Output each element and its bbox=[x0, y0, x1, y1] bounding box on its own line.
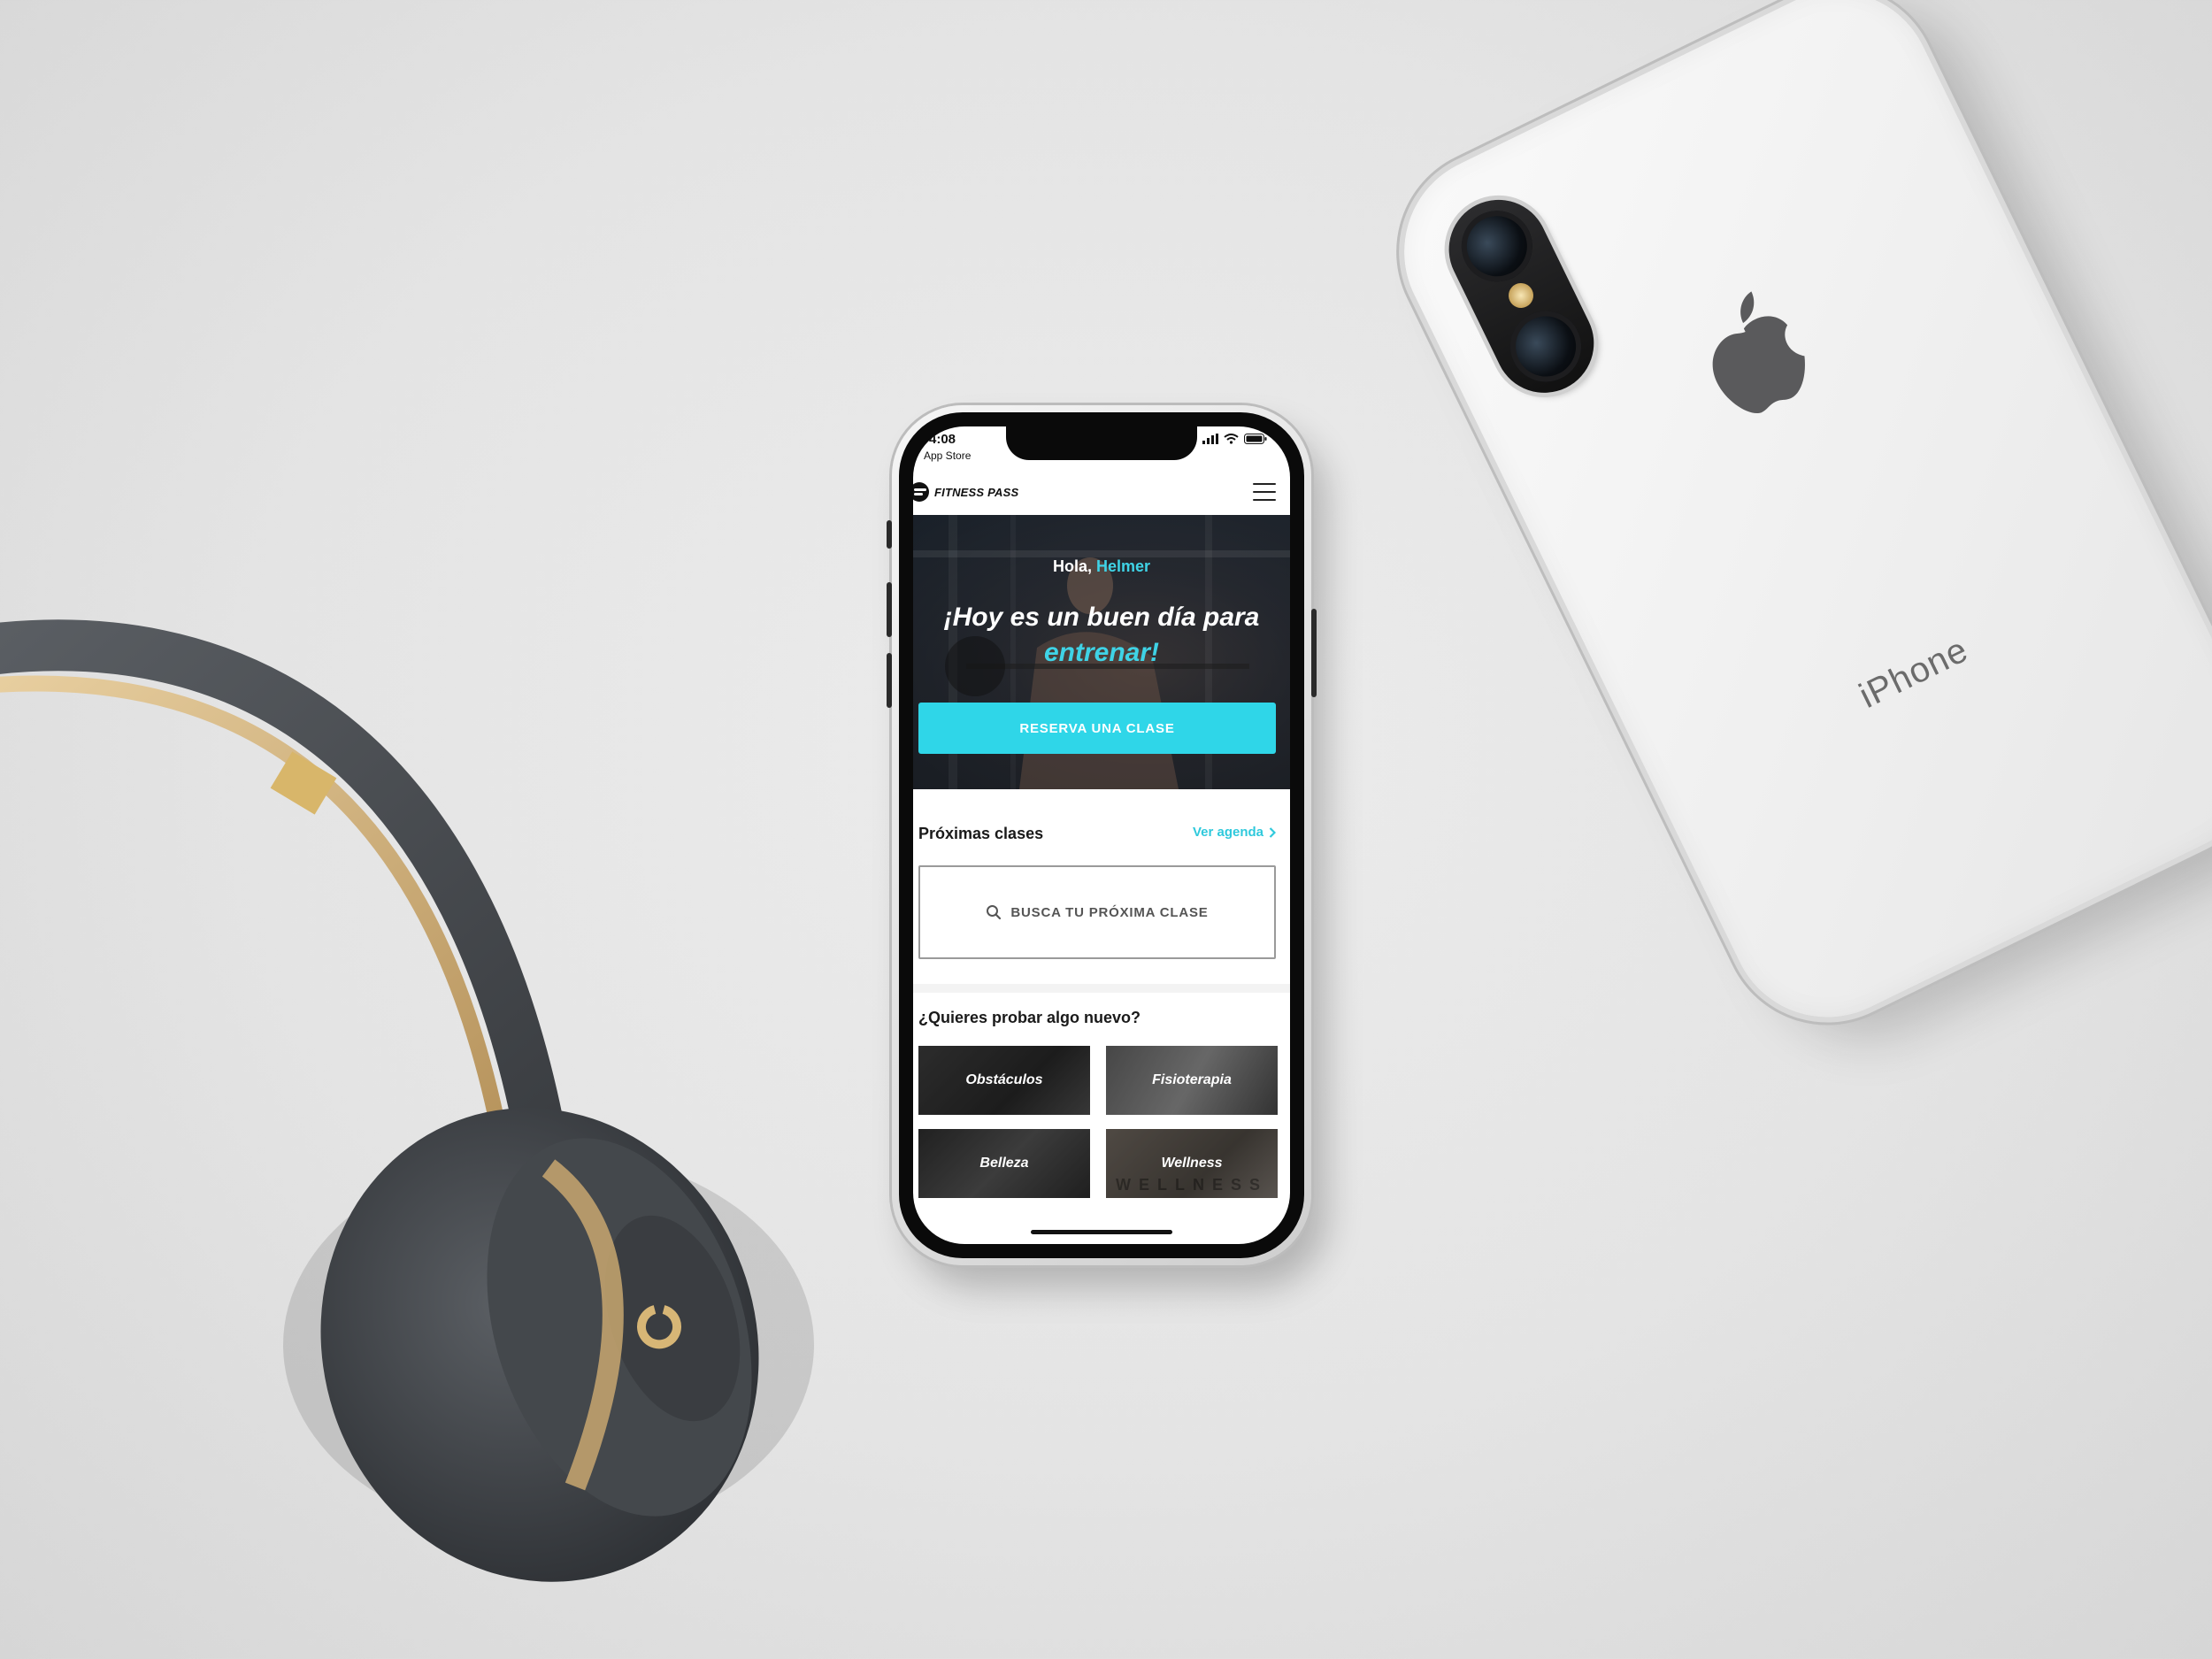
class-search-input[interactable]: BUSCA TU PRÓXIMA CLASE bbox=[918, 865, 1276, 959]
category-tile-wellness[interactable]: Wellness WELLNESS bbox=[1106, 1129, 1278, 1198]
category-tile-belleza[interactable]: Belleza bbox=[918, 1129, 1090, 1198]
flash-icon bbox=[1504, 279, 1538, 312]
hero-title-accent: entrenar! bbox=[1043, 638, 1160, 667]
category-label: Fisioterapia bbox=[1152, 1072, 1232, 1087]
wifi-icon bbox=[1224, 434, 1239, 444]
notch bbox=[1006, 426, 1197, 460]
category-label: Belleza bbox=[979, 1156, 1029, 1171]
category-tile-obstaculos[interactable]: Obstáculos bbox=[918, 1046, 1090, 1115]
greeting-prefix: Hola, bbox=[1052, 557, 1092, 575]
camera-lens-icon bbox=[1498, 299, 1594, 394]
apple-logo-icon bbox=[1712, 291, 1805, 414]
camera-bump bbox=[1432, 182, 1611, 410]
discover-title: ¿Quieres probar algo nuevo? bbox=[918, 1009, 1141, 1026]
hero-banner: Hola, Helmer ¡Hoy es un buen día para en… bbox=[913, 515, 1290, 789]
app-logo[interactable]: FITNESS PASS bbox=[913, 482, 1018, 502]
category-label: Wellness bbox=[1161, 1156, 1223, 1171]
app-header: FITNESS PASS bbox=[913, 472, 1290, 511]
category-tile-fisioterapia[interactable]: Fisioterapia bbox=[1106, 1046, 1278, 1115]
power-button bbox=[1311, 609, 1317, 697]
back-iphone: iPhone bbox=[1371, 0, 2212, 1050]
signal-icon bbox=[1202, 434, 1218, 444]
view-agenda-label: Ver agenda bbox=[1192, 825, 1263, 840]
fitness-pass-logo-icon bbox=[913, 482, 929, 502]
volume-down-button bbox=[887, 653, 892, 708]
search-icon bbox=[987, 905, 1002, 920]
section-divider bbox=[913, 984, 1290, 993]
search-placeholder: BUSCA TU PRÓXIMA CLASE bbox=[1010, 904, 1209, 920]
chevron-right-icon bbox=[1269, 826, 1276, 838]
app-name: FITNESS PASS bbox=[934, 485, 1019, 499]
view-agenda-link[interactable]: Ver agenda bbox=[1193, 825, 1276, 840]
mute-switch bbox=[887, 520, 892, 549]
volume-up-button bbox=[887, 582, 892, 637]
front-phone: 4:08 App Store FITNESS PASS Hola, Helmer… bbox=[887, 405, 1317, 1265]
hamburger-menu-icon[interactable] bbox=[1253, 483, 1276, 501]
category-grid: Obstáculos Fisioterapia Belleza Wellness… bbox=[918, 1046, 1278, 1198]
hero-title-line1: ¡Hoy es un buen día para bbox=[943, 603, 1260, 632]
camera-lens-icon bbox=[1449, 198, 1545, 294]
status-back-link[interactable]: App Store bbox=[924, 449, 971, 462]
battery-icon bbox=[1244, 434, 1267, 444]
status-icons bbox=[1202, 434, 1267, 444]
iphone-wordmark: iPhone bbox=[1853, 630, 1975, 716]
greeting: Hola, Helmer bbox=[913, 557, 1290, 576]
status-time: 4:08 bbox=[929, 432, 956, 447]
book-class-button[interactable]: RESERVA UNA CLASE bbox=[918, 703, 1276, 754]
wellness-watermark: WELLNESS bbox=[1115, 1176, 1268, 1194]
user-name: Helmer bbox=[1096, 557, 1151, 575]
category-label: Obstáculos bbox=[965, 1072, 1043, 1087]
upcoming-classes-title: Próximas clases bbox=[918, 825, 1044, 842]
app-screen: 4:08 App Store FITNESS PASS Hola, Helmer… bbox=[913, 426, 1290, 1244]
home-indicator[interactable] bbox=[1031, 1230, 1172, 1234]
hero-title: ¡Hoy es un buen día para entrenar! bbox=[913, 600, 1290, 671]
